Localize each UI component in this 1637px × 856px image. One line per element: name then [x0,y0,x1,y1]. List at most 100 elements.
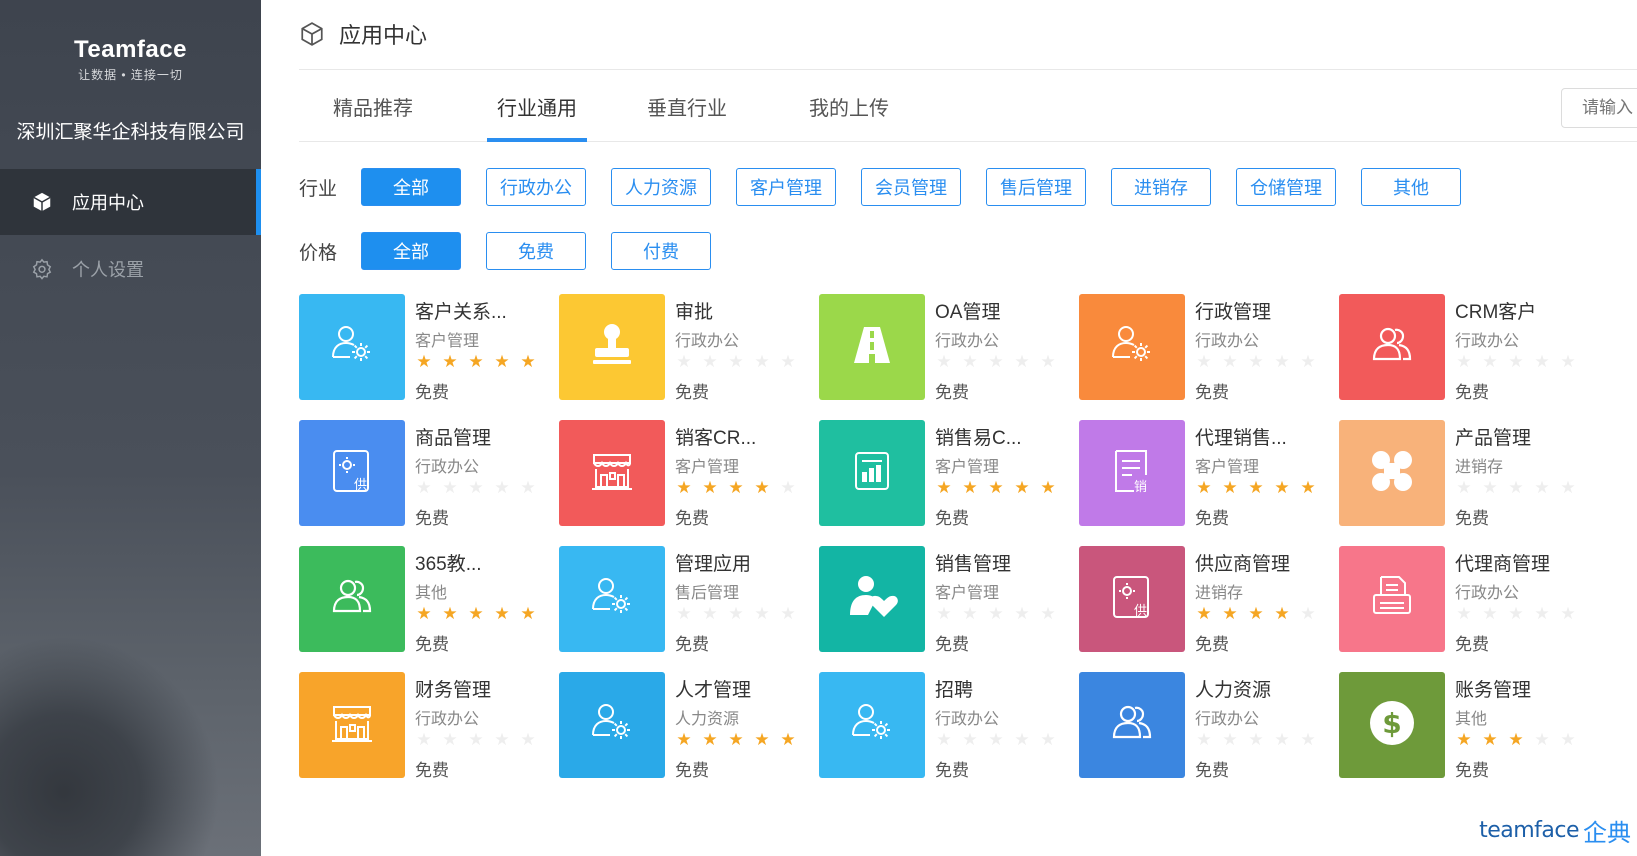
app-tile[interactable] [819,420,925,526]
app-name[interactable]: 管理应用 [675,549,751,576]
price-chip-paid[interactable]: 付费 [611,232,711,270]
app-name[interactable]: 商品管理 [415,423,491,450]
price-chip-all[interactable]: 全部 [361,232,461,270]
app-name[interactable]: 365教... [415,549,482,576]
app-tile[interactable]: $ [1339,672,1445,778]
app-tile[interactable] [1079,672,1185,778]
app-name[interactable]: 财务管理 [415,675,491,702]
app-card[interactable]: 管理应用 售后管理 ★ ★ ★ ★ ★ 免费 [559,546,829,654]
app-card[interactable]: 产品管理 进销存 ★ ★ ★ ★ ★ 免费 [1339,420,1609,528]
app-tile[interactable] [559,546,665,652]
star-icon: ★ [728,352,744,371]
star-icon: ★ [1222,730,1238,749]
star-icon: ★ [1040,352,1056,371]
app-card[interactable]: 365教... 其他 ★ ★ ★ ★ ★ 免费 [299,546,569,654]
app-name[interactable]: 客户关系... [415,297,507,324]
app-name[interactable]: 产品管理 [1455,423,1531,450]
star-icon: ★ [1014,352,1030,371]
app-tile[interactable] [819,294,925,400]
svg-text:供: 供 [354,478,367,493]
app-tile[interactable] [299,294,405,400]
tab-featured[interactable]: 精品推荐 [323,92,423,142]
tab-industry-general[interactable]: 行业通用 [487,92,587,142]
industry-chip-customer[interactable]: 客户管理 [736,168,836,206]
app-card[interactable]: 财务管理 行政办公 ★ ★ ★ ★ ★ 免费 [299,672,569,780]
app-category: 行政办公 [1455,333,1520,350]
app-name[interactable]: OA管理 [935,297,1000,324]
sidebar-item-app-center[interactable]: 应用中心 [0,169,261,235]
app-name[interactable]: 招聘 [935,675,973,702]
tab-my-uploads[interactable]: 我的上传 [799,92,899,142]
app-tile[interactable] [559,420,665,526]
star-icon: ★ [676,604,692,623]
tab-vertical-industry[interactable]: 垂直行业 [637,92,737,142]
app-price: 免费 [675,761,709,780]
app-name[interactable]: 账务管理 [1455,675,1531,702]
sidebar-item-personal-settings[interactable]: 个人设置 [0,236,261,302]
app-card[interactable]: 销 代理销售... 客户管理 ★ ★ ★ ★ ★ 免费 [1079,420,1349,528]
app-tile[interactable] [819,546,925,652]
app-card[interactable]: OA管理 行政办公 ★ ★ ★ ★ ★ 免费 [819,294,1089,402]
app-tile[interactable] [559,672,665,778]
app-tile[interactable] [1339,546,1445,652]
app-tile[interactable] [1339,294,1445,400]
star-icon: ★ [1300,478,1316,497]
app-name[interactable]: 人才管理 [675,675,751,702]
app-card[interactable]: $ 账务管理 其他 ★ ★ ★ ★ ★ 免费 [1339,672,1609,780]
app-name[interactable]: 销售易C... [935,423,1022,450]
app-card[interactable]: 代理商管理 行政办公 ★ ★ ★ ★ ★ 免费 [1339,546,1609,654]
app-name[interactable]: 供应商管理 [1195,549,1290,576]
app-name[interactable]: 人力资源 [1195,675,1271,702]
industry-chip-all[interactable]: 全部 [361,168,461,206]
app-name[interactable]: 代理销售... [1195,423,1287,450]
app-tile[interactable] [1339,420,1445,526]
app-card[interactable]: 人力资源 行政办公 ★ ★ ★ ★ ★ 免费 [1079,672,1349,780]
app-card[interactable]: CRM客户 行政办公 ★ ★ ★ ★ ★ 免费 [1339,294,1609,402]
app-card[interactable]: 人才管理 人力资源 ★ ★ ★ ★ ★ 免费 [559,672,829,780]
app-tile[interactable]: 供 [299,420,405,526]
industry-chip-inventory[interactable]: 进销存 [1111,168,1211,206]
app-name[interactable]: 行政管理 [1195,297,1271,324]
industry-filter-label: 行业 [299,178,338,200]
star-icon: ★ [1482,478,1498,497]
app-card[interactable]: 销售易C... 客户管理 ★ ★ ★ ★ ★ 免费 [819,420,1089,528]
star-icon: ★ [1560,352,1576,371]
industry-chip-aftersales[interactable]: 售后管理 [986,168,1086,206]
app-name[interactable]: 销客CR... [675,423,756,450]
app-card[interactable]: 供 供应商管理 进销存 ★ ★ ★ ★ ★ 免费 [1079,546,1349,654]
app-tile[interactable] [819,672,925,778]
app-card[interactable]: 招聘 行政办公 ★ ★ ★ ★ ★ 免费 [819,672,1089,780]
star-icon: ★ [1196,604,1212,623]
app-tile[interactable]: 销 [1079,420,1185,526]
industry-chip-member[interactable]: 会员管理 [861,168,961,206]
star-icon: ★ [728,478,744,497]
industry-chip-admin[interactable]: 行政办公 [486,168,586,206]
app-name[interactable]: 销售管理 [935,549,1011,576]
app-card[interactable]: 销售管理 客户管理 ★ ★ ★ ★ ★ 免费 [819,546,1089,654]
app-price: 免费 [935,383,969,402]
sales-doc-icon: 销 [1106,445,1158,502]
app-name[interactable]: CRM客户 [1455,297,1536,324]
app-card[interactable]: 审批 行政办公 ★ ★ ★ ★ ★ 免费 [559,294,829,402]
app-price: 免费 [1195,761,1229,780]
app-name[interactable]: 审批 [675,297,713,324]
price-chip-free[interactable]: 免费 [486,232,586,270]
star-icon: ★ [988,604,1004,623]
app-tile[interactable] [1079,294,1185,400]
search-input[interactable] [1561,88,1637,128]
app-tile[interactable] [559,294,665,400]
app-card[interactable]: 客户关系... 客户管理 ★ ★ ★ ★ ★ 免费 [299,294,569,402]
industry-chip-hr[interactable]: 人力资源 [611,168,711,206]
app-card[interactable]: 行政管理 行政办公 ★ ★ ★ ★ ★ 免费 [1079,294,1349,402]
app-tile[interactable] [299,546,405,652]
industry-chip-other[interactable]: 其他 [1361,168,1461,206]
star-icon: ★ [1482,352,1498,371]
app-rating: ★ ★ ★ ★ ★ [415,731,545,749]
app-card[interactable]: 供 商品管理 行政办公 ★ ★ ★ ★ ★ 免费 [299,420,569,528]
app-name[interactable]: 代理商管理 [1455,549,1550,576]
app-tile[interactable] [299,672,405,778]
industry-chip-warehouse[interactable]: 仓储管理 [1236,168,1336,206]
app-tile[interactable]: 供 [1079,546,1185,652]
app-rating: ★ ★ ★ ★ ★ [1455,731,1585,749]
app-card[interactable]: 销客CR... 客户管理 ★ ★ ★ ★ ★ 免费 [559,420,829,528]
